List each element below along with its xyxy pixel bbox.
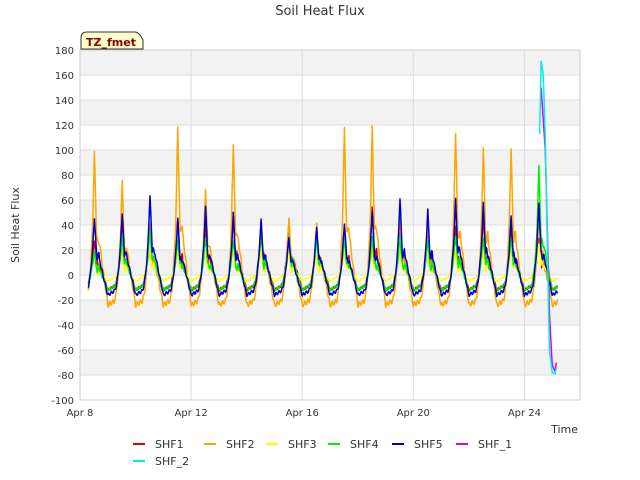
plot-background [80, 50, 580, 375]
x-tick-label: Apr 24 [508, 408, 541, 419]
y-tick-label: -80 [58, 371, 74, 382]
legend: SHF1 SHF2 SHF3 SHF4 SHF5 SHF_1 SHF_2 [133, 438, 512, 468]
legend-label: SHF_1 [478, 438, 512, 451]
y-axis-ticks: -100 -80 -60 -40 -20 0 20 40 60 80 100 120 140 160 180 [51, 46, 74, 407]
x-axis-label: Time [550, 423, 578, 436]
y-tick-label: 140 [55, 96, 74, 107]
plot-band [80, 50, 580, 75]
legend-label: SHF5 [414, 438, 443, 451]
plot-band [80, 350, 580, 375]
site-badge-label: TZ_fmet [86, 36, 136, 49]
chart-title: Soil Heat Flux [275, 4, 365, 19]
y-tick-label: 80 [61, 171, 74, 182]
x-tick-label: Apr 20 [397, 408, 430, 419]
y-tick-label: -100 [51, 396, 74, 407]
site-badge: TZ_fmet [80, 31, 144, 50]
y-tick-label: -40 [58, 321, 74, 332]
legend-label: SHF3 [288, 438, 317, 451]
y-tick-label: -60 [58, 346, 74, 357]
legend-label: SHF4 [350, 438, 379, 451]
y-tick-label: 40 [61, 221, 74, 232]
y-tick-label: 160 [55, 71, 74, 82]
plot-band [80, 200, 580, 225]
soil-heat-flux-chart: Soil Heat Flux -100 -80 -60 -40 -20 0 20 40 60 80… [9, 4, 581, 468]
y-tick-label: 120 [55, 121, 74, 132]
plot-band [80, 150, 580, 175]
y-tick-label: 60 [61, 196, 74, 207]
legend-label: SHF2 [226, 438, 255, 451]
y-tick-label: 20 [61, 246, 74, 257]
y-tick-label: 180 [55, 46, 74, 57]
y-tick-label: 100 [55, 146, 74, 157]
x-tick-label: Apr 16 [286, 408, 319, 419]
legend-label: SHF1 [155, 438, 184, 451]
y-tick-label: 0 [68, 271, 74, 282]
legend-label: SHF_2 [155, 455, 189, 468]
x-tick-label: Apr 12 [175, 408, 208, 419]
y-tick-label: -20 [58, 296, 74, 307]
x-tick-label: Apr 8 [67, 408, 94, 419]
y-axis-label: Soil Heat Flux [9, 187, 22, 263]
plot-band [80, 100, 580, 125]
x-axis-ticks: Apr 8 Apr 12 Apr 16 Apr 20 Apr 24 [67, 408, 541, 419]
